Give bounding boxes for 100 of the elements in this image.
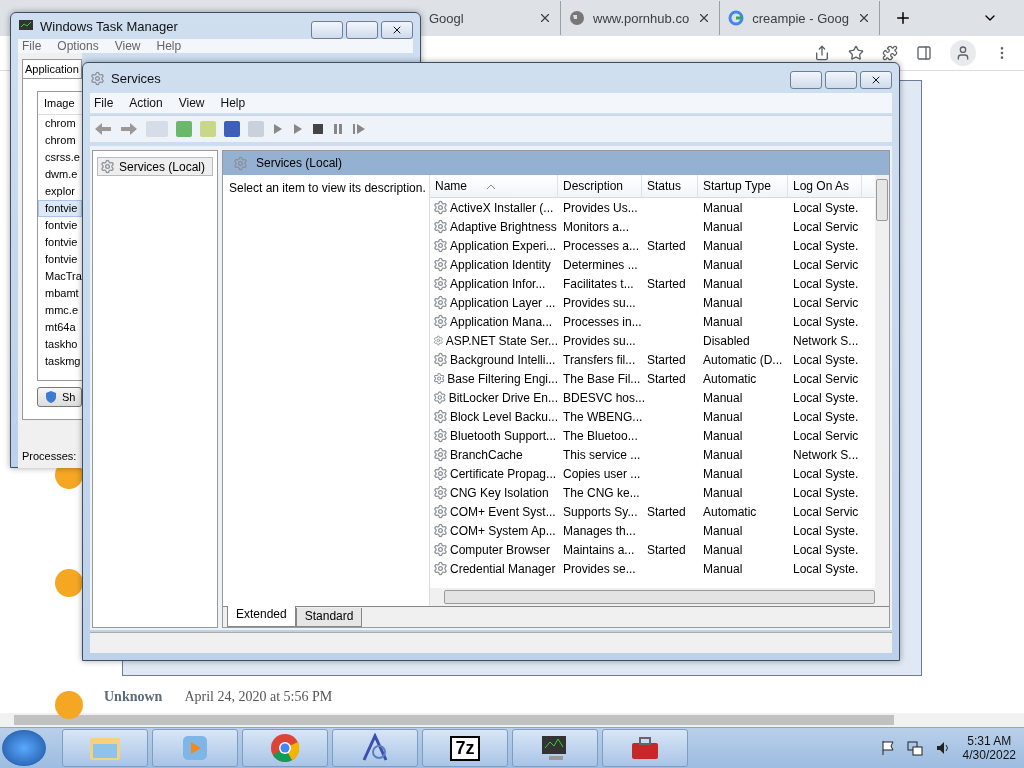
service-name[interactable]: Adaptive Brightness bbox=[430, 219, 558, 234]
menu-item[interactable]: Options bbox=[57, 39, 99, 53]
clock[interactable]: 5:31 AM 4/30/2022 bbox=[962, 734, 1016, 762]
close-button[interactable] bbox=[381, 21, 413, 39]
archive-app-button[interactable]: 7z bbox=[450, 735, 480, 761]
menu-item[interactable]: View bbox=[114, 39, 141, 53]
service-name[interactable]: CNG Key Isolation bbox=[430, 485, 558, 500]
service-name[interactable]: COM+ System Ap... bbox=[430, 523, 558, 538]
process-row[interactable]: mt64a bbox=[38, 319, 82, 336]
column-header[interactable]: Log On As bbox=[788, 175, 862, 197]
chrome-icon[interactable] bbox=[270, 733, 300, 763]
close-button[interactable] bbox=[860, 71, 892, 89]
start-button[interactable] bbox=[2, 730, 46, 766]
service-name[interactable]: Block Level Backu... bbox=[430, 409, 558, 424]
process-row[interactable]: MacTra bbox=[38, 268, 82, 285]
window-title: Services bbox=[111, 70, 162, 86]
close-icon[interactable] bbox=[538, 11, 552, 25]
table-cell-text: Local Syste. bbox=[792, 466, 860, 481]
minimize-button[interactable] bbox=[790, 71, 822, 89]
table-cell-text: Manual bbox=[702, 219, 744, 234]
table-cell-text: Local Servic bbox=[792, 257, 860, 272]
menu-item[interactable]: File bbox=[22, 39, 42, 53]
process-row[interactable]: dwm.e bbox=[38, 166, 82, 183]
taskbar-button[interactable] bbox=[602, 729, 688, 767]
play-icon[interactable] bbox=[292, 123, 304, 135]
resume-icon[interactable] bbox=[352, 123, 366, 135]
toolbox-icon[interactable] bbox=[630, 735, 660, 761]
gear-icon bbox=[433, 333, 444, 348]
process-row[interactable]: mmc.e bbox=[38, 302, 82, 319]
table-cell-text: Local Syste. bbox=[792, 561, 860, 576]
service-name[interactable]: Computer Browser bbox=[430, 542, 558, 557]
service-name[interactable]: Application Experi... bbox=[430, 238, 558, 253]
column-header[interactable]: Description bbox=[558, 175, 642, 197]
process-row[interactable]: taskho bbox=[38, 336, 82, 353]
view-tab[interactable]: Extended bbox=[227, 606, 296, 627]
column-header[interactable]: Name bbox=[430, 175, 558, 197]
process-row[interactable]: taskmg bbox=[38, 353, 82, 370]
column-header[interactable]: Status bbox=[642, 175, 698, 197]
profile-avatar[interactable] bbox=[950, 40, 976, 66]
stop-icon[interactable] bbox=[312, 123, 324, 135]
forward-icon[interactable] bbox=[120, 122, 138, 136]
extensions-icon[interactable] bbox=[882, 45, 898, 61]
maximize-button[interactable] bbox=[825, 71, 857, 89]
process-row[interactable]: explor bbox=[38, 183, 82, 200]
table-cell-text: Manual bbox=[702, 295, 744, 310]
process-row[interactable]: csrss.e bbox=[38, 149, 82, 166]
menu-item[interactable]: Help bbox=[156, 39, 182, 53]
show-processes-button[interactable]: Sh bbox=[37, 387, 83, 407]
process-row[interactable]: chrom bbox=[38, 132, 82, 149]
comment-author[interactable]: Unknown bbox=[104, 689, 163, 705]
back-icon[interactable] bbox=[94, 122, 112, 136]
minimize-button[interactable] bbox=[311, 21, 343, 39]
taskbar-button[interactable] bbox=[512, 729, 598, 767]
maximize-button[interactable] bbox=[346, 21, 378, 39]
menu-item[interactable]: Help bbox=[220, 96, 246, 110]
service-name[interactable]: ASP.NET State Ser... bbox=[430, 333, 558, 348]
service-name[interactable]: Base Filtering Engi... bbox=[430, 371, 558, 386]
process-row[interactable]: fontvie bbox=[38, 251, 82, 268]
menu-item[interactable]: Action bbox=[129, 96, 163, 110]
service-name[interactable]: Certificate Propag... bbox=[430, 466, 558, 481]
comment-date[interactable]: April 24, 2020 at 5:56 PM bbox=[184, 689, 333, 705]
taskbar-button[interactable] bbox=[332, 729, 418, 767]
star-icon[interactable] bbox=[848, 45, 864, 61]
service-name[interactable]: Background Intelli... bbox=[430, 352, 558, 367]
tab[interactable]: Application bbox=[22, 59, 82, 78]
service-name[interactable]: COM+ Event Syst... bbox=[430, 504, 558, 519]
service-name[interactable]: Application Infor... bbox=[430, 276, 558, 291]
service-name[interactable]: Application Layer ... bbox=[430, 295, 558, 310]
menu-item[interactable]: View bbox=[178, 96, 205, 110]
flag-icon[interactable] bbox=[880, 740, 895, 756]
browser-tab[interactable]: creampie - Goog bbox=[720, 1, 880, 35]
speaker-icon[interactable] bbox=[934, 740, 951, 756]
magnifier-icon[interactable] bbox=[360, 733, 390, 763]
pause-icon[interactable] bbox=[332, 123, 344, 135]
side-panel-icon[interactable] bbox=[916, 45, 932, 61]
service-name[interactable]: Application Mana... bbox=[430, 314, 558, 329]
vertical-scrollbar[interactable] bbox=[875, 175, 889, 588]
browser-tab[interactable]: www.pornhub.co bbox=[561, 1, 721, 35]
tree-item[interactable]: Services (Local) bbox=[97, 157, 213, 176]
process-row[interactable]: fontvie bbox=[38, 200, 82, 217]
view-tab[interactable]: Standard bbox=[295, 608, 363, 627]
table-cell-text: Manual bbox=[702, 561, 744, 576]
process-row[interactable]: chrom bbox=[38, 115, 82, 132]
column-header[interactable]: Startup Type bbox=[698, 175, 788, 197]
service-name[interactable]: ActiveX Installer (... bbox=[430, 200, 558, 215]
service-name[interactable]: Bluetooth Support... bbox=[430, 428, 558, 443]
play-icon[interactable] bbox=[272, 123, 284, 135]
process-row[interactable]: mbamt bbox=[38, 285, 82, 302]
service-name[interactable]: BitLocker Drive En... bbox=[430, 390, 558, 405]
menu-item[interactable]: File bbox=[94, 96, 114, 110]
process-row[interactable]: fontvie bbox=[38, 217, 82, 234]
service-name[interactable]: Application Identity bbox=[430, 257, 558, 272]
service-name[interactable]: BranchCache bbox=[430, 447, 558, 462]
scrollbar-thumb[interactable] bbox=[14, 715, 894, 725]
share-icon[interactable] bbox=[814, 45, 830, 61]
service-name[interactable]: Credential Manager bbox=[430, 561, 558, 576]
network-icon[interactable] bbox=[906, 740, 923, 756]
horizontal-scrollbar[interactable] bbox=[430, 588, 889, 606]
taskbar-button[interactable]: 7z bbox=[422, 729, 508, 767]
process-row[interactable]: fontvie bbox=[38, 234, 82, 251]
